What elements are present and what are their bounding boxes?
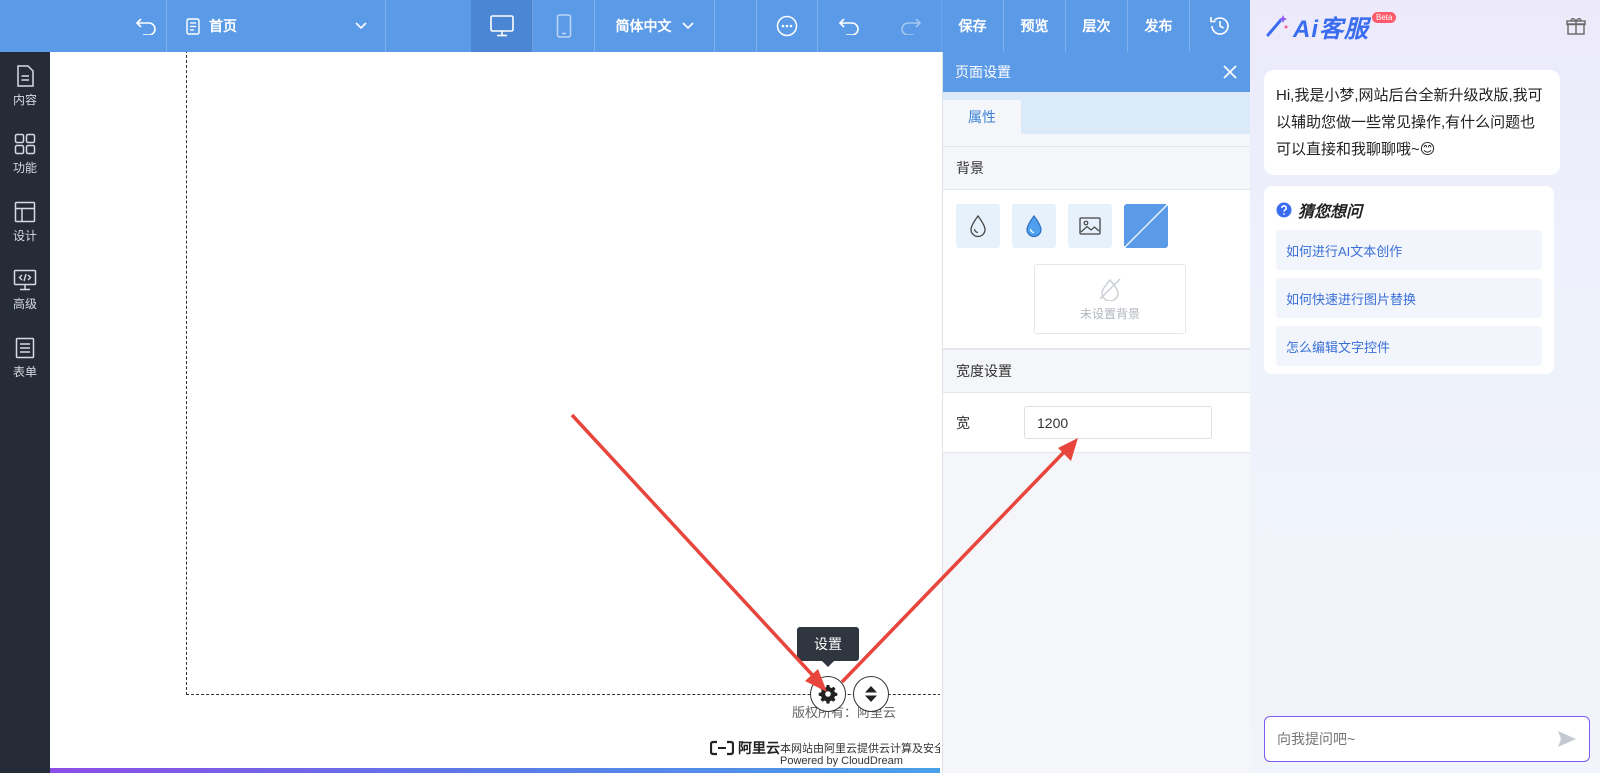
more-button[interactable] <box>756 0 818 52</box>
desktop-icon <box>489 15 514 37</box>
history-clock-icon <box>1210 17 1229 35</box>
bg-none-option[interactable] <box>1124 204 1168 248</box>
settings-header: 页面设置 <box>943 52 1250 92</box>
history-button[interactable] <box>1190 0 1250 52</box>
settings-tooltip: 设置 <box>797 627 859 667</box>
beta-badge: Beta <box>1372 11 1397 23</box>
code-monitor-icon <box>13 269 37 290</box>
preview-button[interactable]: 预览 <box>1004 0 1066 52</box>
page-settings-button[interactable] <box>810 676 846 712</box>
ai-greeting-message: Hi,我是小梦,网站后台全新升级改版,我可以辅助您做一些常见操作,有什么问题也可… <box>1264 70 1560 175</box>
page-book-icon <box>186 17 200 35</box>
faq-question-3[interactable]: 怎么编辑文字控件 <box>1276 326 1542 366</box>
footer-brand: 阿里云 <box>738 740 780 756</box>
left-sidebar: 内容 功能 设计 高级 表单 <box>0 52 50 773</box>
width-setting-row: 宽 <box>943 393 1250 453</box>
editor-canvas[interactable]: 版权所有：阿里云 阿里云 本网站由阿里云提供云计算及安全 Powered by … <box>50 52 940 773</box>
back-button[interactable] <box>126 0 166 52</box>
undo-icon <box>838 18 859 35</box>
ai-chat-input[interactable] <box>1277 731 1557 747</box>
drop-outline-icon <box>970 214 986 238</box>
settings-tabs: 属性 <box>943 92 1250 134</box>
settings-title: 页面设置 <box>955 64 1011 80</box>
ai-assistant-panel: Ai客服 Beta Hi,我是小梦,网站后台全新升级改版,我可以辅助您做一些常见… <box>1250 0 1600 773</box>
ai-chat-input-box <box>1264 716 1590 762</box>
background-options: 未设置背景 <box>943 190 1250 349</box>
save-button[interactable]: 保存 <box>942 0 1004 52</box>
magic-wand-icon <box>1266 15 1288 37</box>
grid-icon <box>14 133 36 154</box>
section-title-width: 宽度设置 <box>943 349 1250 393</box>
more-dots-icon <box>776 15 798 37</box>
redo-button[interactable] <box>880 0 942 52</box>
faq-title-text: 猜您想问 <box>1298 204 1363 221</box>
close-icon[interactable] <box>1222 64 1238 80</box>
language-label: 简体中文 <box>615 18 672 34</box>
sort-order-button[interactable] <box>853 676 889 712</box>
ai-logo-text: Ai客服 <box>1293 15 1369 43</box>
desktop-view-button[interactable] <box>471 0 533 52</box>
page-settings-panel: 页面设置 属性 背景 未设置背景 宽度设置 宽 <box>942 52 1250 773</box>
bottom-gradient-strip <box>50 768 940 773</box>
top-toolbar: 首页 简体中文 保存 预览 层次 发布 <box>0 0 1250 52</box>
image-icon <box>1079 217 1101 235</box>
bg-image-option[interactable] <box>1068 204 1112 248</box>
layout-icon <box>14 201 36 222</box>
undo-button[interactable] <box>818 0 880 52</box>
page-content-area[interactable] <box>186 52 940 695</box>
send-icon[interactable] <box>1557 730 1577 748</box>
background-preview: 未设置背景 <box>1034 264 1186 334</box>
faq-question-1[interactable]: 如何进行AI文本创作 <box>1276 230 1542 270</box>
bg-color-option[interactable] <box>956 204 1000 248</box>
drop-filled-icon <box>1026 215 1042 238</box>
layers-button[interactable]: 层次 <box>1066 0 1128 52</box>
footer-description: 本网站由阿里云提供云计算及安全 <box>780 743 940 755</box>
sort-arrows-icon <box>865 686 877 702</box>
ai-logo: Ai客服 Beta <box>1264 9 1397 44</box>
question-icon <box>1276 202 1292 218</box>
no-background-text: 未设置背景 <box>1079 306 1140 321</box>
faq-title: 猜您想问 <box>1276 198 1542 222</box>
no-image-icon <box>1099 278 1121 301</box>
form-icon <box>15 337 35 358</box>
redo-icon <box>900 18 921 35</box>
gear-icon <box>818 685 838 704</box>
sidebar-item-design[interactable]: 设计 <box>0 188 50 256</box>
mobile-view-button[interactable] <box>533 0 595 52</box>
tab-attributes[interactable]: 属性 <box>943 100 1021 134</box>
sidebar-item-label: 功能 <box>12 160 37 175</box>
sidebar-item-label: 表单 <box>12 364 37 379</box>
bg-gradient-option[interactable] <box>1012 204 1056 248</box>
section-title-background: 背景 <box>943 146 1250 190</box>
sidebar-item-label: 高级 <box>12 296 37 311</box>
faq-question-2[interactable]: 如何快速进行图片替换 <box>1276 278 1542 318</box>
mobile-icon <box>556 14 571 38</box>
publish-button[interactable]: 发布 <box>1128 0 1190 52</box>
sidebar-item-advanced[interactable]: 高级 <box>0 256 50 324</box>
language-select[interactable]: 简体中文 <box>595 0 715 52</box>
sidebar-item-features[interactable]: 功能 <box>0 120 50 188</box>
sidebar-item-label: 设计 <box>12 228 37 243</box>
faq-card: 猜您想问 如何进行AI文本创作 如何快速进行图片替换 怎么编辑文字控件 <box>1264 186 1554 374</box>
aliyun-logo-icon <box>710 740 734 756</box>
width-label: 宽 <box>956 414 970 431</box>
page-select[interactable]: 首页 <box>166 0 386 52</box>
sidebar-item-content[interactable]: 内容 <box>0 52 50 120</box>
chevron-down-icon <box>681 22 694 30</box>
width-input[interactable] <box>1024 406 1212 439</box>
back-arrow-icon <box>135 18 156 35</box>
sidebar-item-form[interactable]: 表单 <box>0 324 50 392</box>
sidebar-item-label: 内容 <box>12 92 37 107</box>
ai-header: Ai客服 Beta <box>1250 0 1600 52</box>
document-icon <box>17 64 34 87</box>
footer-powered-by: Powered by CloudDream <box>780 755 903 767</box>
page-select-label: 首页 <box>209 18 237 34</box>
chevron-down-icon <box>355 22 367 30</box>
no-background-slash-icon <box>1124 204 1168 248</box>
footer-logo: 阿里云 <box>710 738 780 758</box>
gift-icon[interactable] <box>1566 17 1586 35</box>
